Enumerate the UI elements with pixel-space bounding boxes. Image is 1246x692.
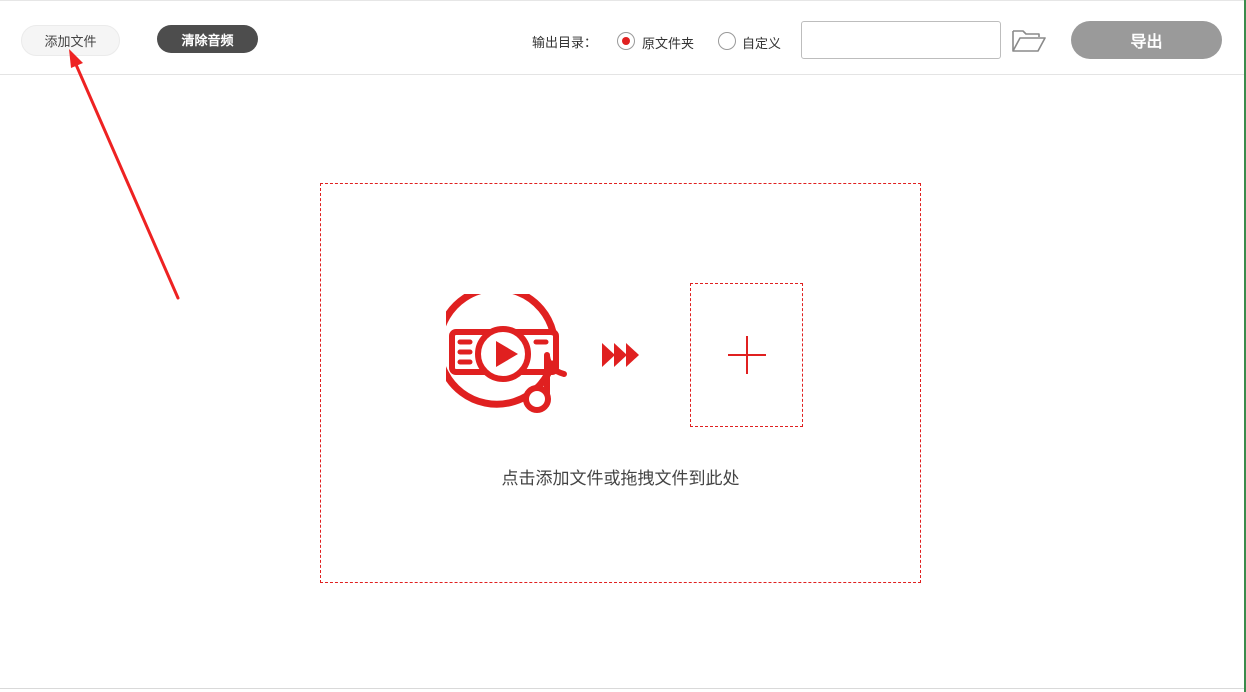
window-bottom-border xyxy=(0,688,1244,689)
video-music-disc-icon xyxy=(446,294,567,413)
clear-audio-button[interactable]: 清除音频 xyxy=(157,25,258,53)
folder-open-icon[interactable] xyxy=(1011,28,1047,54)
toolbar: 添加文件 清除音频 输出目录： 原文件夹 自定义 导出 xyxy=(0,1,1244,75)
file-drop-zone[interactable] xyxy=(320,183,921,583)
output-path-input[interactable] xyxy=(801,21,1001,59)
radio-custom-label[interactable]: 自定义 xyxy=(742,33,781,52)
fast-forward-arrows-icon xyxy=(602,343,639,367)
radio-custom[interactable] xyxy=(718,32,736,50)
output-dir-label: 输出目录： xyxy=(532,36,598,51)
radio-original-folder[interactable] xyxy=(617,32,635,50)
app-window: 添加文件 清除音频 输出目录： 原文件夹 自定义 导出 点击添加文件或拖拽文件到… xyxy=(0,0,1246,692)
plus-icon xyxy=(728,336,766,374)
add-file-button[interactable]: 添加文件 xyxy=(21,25,120,56)
radio-original-folder-label[interactable]: 原文件夹 xyxy=(642,33,694,52)
drop-hint-text: 点击添加文件或拖拽文件到此处 xyxy=(501,469,740,489)
add-file-box[interactable] xyxy=(690,283,803,427)
export-button[interactable]: 导出 xyxy=(1071,21,1222,59)
